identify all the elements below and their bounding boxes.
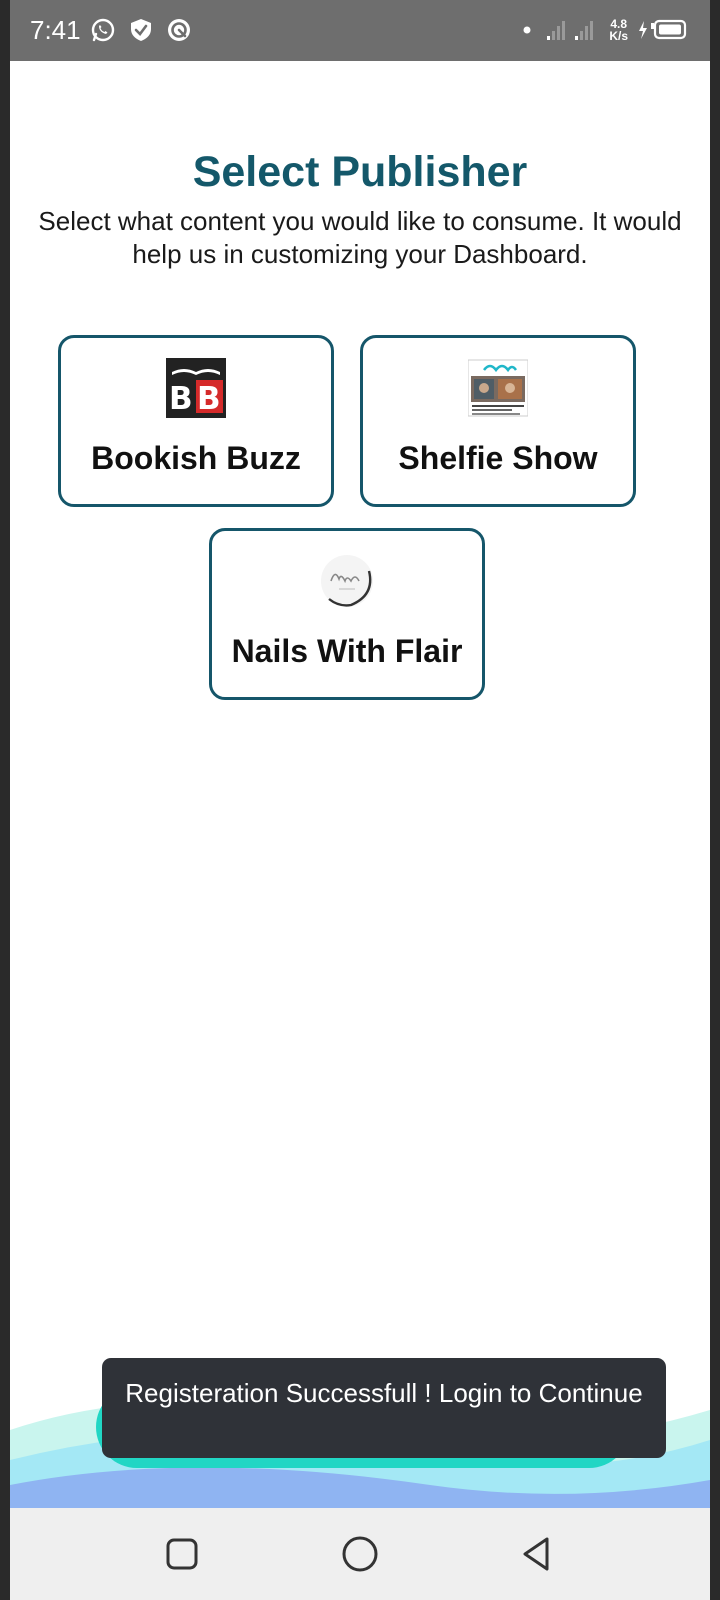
publisher-label: Bookish Buzz [91,440,301,476]
publisher-card-shelfie-show[interactable]: Shelfie Show [360,335,636,507]
page-subtitle: Select what content you would like to co… [38,206,682,269]
svg-text:B: B [169,381,193,417]
nav-bar [10,1508,710,1600]
recents-square-icon[interactable] [160,1532,204,1576]
back-triangle-icon[interactable] [514,1532,558,1576]
network-speed: 4.8 K/s [609,18,628,42]
notification-dot-icon [523,26,531,34]
svg-text:B: B [197,381,221,417]
page-title: Select Publisher [192,148,528,196]
signal-icon [547,21,594,40]
publisher-card-nails-with-flair[interactable]: Nails With Flair [209,528,485,700]
home-circle-icon[interactable] [338,1532,382,1576]
publisher-card-bookish-buzz[interactable]: B B Bookish Buzz [58,335,334,507]
status-bar: 7:41 4.8 K/s [10,0,710,61]
app-screen: 7:41 4.8 K/s Select Publisher Select wha… [10,0,710,1600]
shield-icon [131,19,151,41]
whatsapp-icon [91,18,115,42]
bookish-buzz-logo: B B [166,358,226,418]
publisher-label: Nails With Flair [231,633,463,669]
shelfie-show-logo [468,359,528,417]
network-speed-unit: K/s [609,29,628,43]
toast-message: Registeration Successfull ! Login to Con… [102,1358,666,1458]
publisher-label: Shelfie Show [398,440,598,476]
status-right-cluster: 4.8 K/s [523,12,690,48]
nails-with-flair-logo [321,555,373,607]
status-time: 7:41 [30,15,81,45]
battery-charging-icon [639,19,687,40]
sync-app-icon [168,19,190,41]
